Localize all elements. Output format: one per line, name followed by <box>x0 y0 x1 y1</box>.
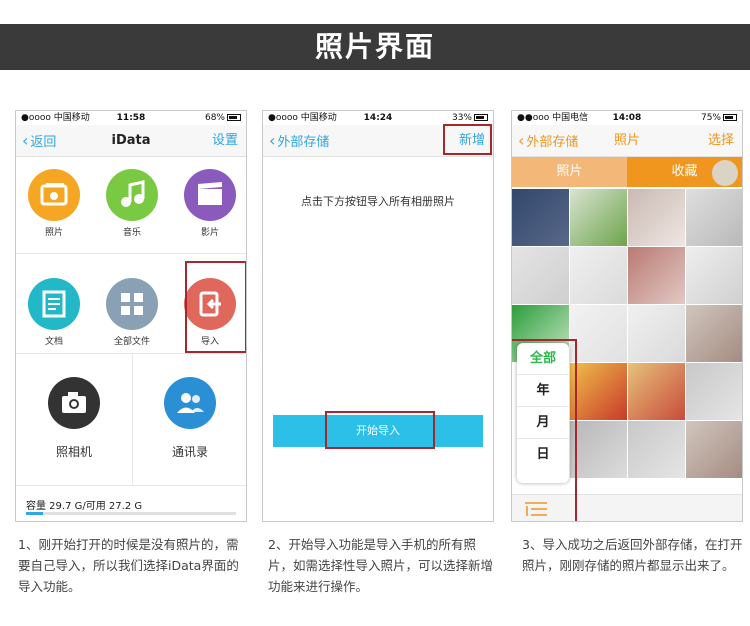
settings-button[interactable]: 设置 <box>212 125 238 157</box>
storage-bar <box>26 512 236 515</box>
highlight-start-import <box>325 411 435 449</box>
phone-screen-idata: ●oooo 中国移动 11:58 68% ‹ 返回 iData 设置 照片 音乐 … <box>15 110 247 522</box>
chevron-left-icon: ‹ <box>269 131 276 150</box>
grid-divider <box>16 353 246 354</box>
app-documents[interactable]: 文档 <box>16 278 92 347</box>
photo-thumbnail[interactable] <box>686 421 742 478</box>
app-camera[interactable]: 照相机 <box>26 377 122 460</box>
photo-thumbnail[interactable] <box>512 247 569 304</box>
photo-thumbnail[interactable] <box>570 247 627 304</box>
caption-step-1: 1、刚开始打开的时候是没有照片的，需要自己导入，所以我们选择iData界面的导入… <box>18 537 239 594</box>
music-icon <box>106 169 158 221</box>
storage-fill <box>26 512 43 515</box>
highlight-import <box>185 261 246 353</box>
caption-step-2: 2、开始导入功能是导入手机的所有照片，如需选择性导入照片，可以选择新增功能来进行… <box>268 537 494 594</box>
segment-control: 照片 收藏 <box>512 157 742 187</box>
contacts-icon <box>164 377 216 429</box>
back-label: 外部存储 <box>277 135 330 150</box>
photo-thumbnail[interactable] <box>570 305 627 362</box>
app-label: 影片 <box>200 228 219 238</box>
photo-thumbnail[interactable] <box>512 189 569 246</box>
photo-thumbnail[interactable] <box>570 421 627 478</box>
app-label: 音乐 <box>122 228 141 238</box>
assistive-touch-icon[interactable] <box>712 160 738 186</box>
all-files-icon <box>106 278 158 330</box>
navigation-bar: ‹ 返回 iData 设置 <box>16 125 246 157</box>
photo-thumbnail[interactable] <box>686 363 742 420</box>
photo-thumbnail[interactable] <box>628 247 685 304</box>
battery-percent: 68% <box>204 113 225 123</box>
import-instruction: 点击下方按钮导入所有相册照片 <box>301 195 455 208</box>
highlight-filter <box>512 339 577 521</box>
app-label: 文档 <box>44 337 63 347</box>
battery-icon <box>723 114 737 121</box>
camera-label: 照相机 <box>55 445 92 459</box>
battery-status: 75% <box>701 111 737 125</box>
photo-thumbnail[interactable] <box>570 363 627 420</box>
photo-thumbnail[interactable] <box>686 189 742 246</box>
photo-thumbnail[interactable] <box>628 189 685 246</box>
app-label: 照片 <box>44 228 63 238</box>
photo-thumbnail[interactable] <box>570 189 627 246</box>
photo-thumbnail[interactable] <box>628 421 685 478</box>
grid-divider <box>16 253 246 254</box>
phone-screen-photos: ●●ooo 中国电信 14:08 75% ‹ 外部存储 照片 选择 照片 收藏 全… <box>511 110 743 522</box>
storage-capacity: 容量 29.7 G/可用 27.2 G <box>26 501 143 512</box>
app-all-files[interactable]: 全部文件 <box>94 278 170 347</box>
select-button[interactable]: 选择 <box>708 125 734 157</box>
battery-icon <box>474 114 488 121</box>
phone-screen-external-storage: ●oooo 中国移动 14:24 33% ‹ 外部存储 新增 点击下方按钮导入所有… <box>262 110 494 522</box>
document-icon <box>28 278 80 330</box>
back-button[interactable]: ‹ 外部存储 <box>269 125 329 159</box>
battery-percent: 33% <box>451 113 472 123</box>
tab-photos[interactable]: 照片 <box>512 157 627 187</box>
camera-icon <box>48 377 100 429</box>
photo-thumbnail[interactable] <box>686 305 742 362</box>
highlight-add <box>443 124 492 155</box>
caption-step-3: 3、导入成功之后返回外部存储，在打开照片，刚刚存储的照片都显示出来了。 <box>522 537 743 573</box>
photo-thumbnail[interactable] <box>628 305 685 362</box>
status-bar: ●oooo 中国移动 14:24 33% <box>263 111 493 125</box>
app-contacts[interactable]: 通讯录 <box>142 377 238 460</box>
battery-status: 33% <box>452 111 488 125</box>
app-photos[interactable]: 照片 <box>16 169 92 238</box>
photo-icon <box>28 169 80 221</box>
status-bar: ●oooo 中国移动 11:58 68% <box>16 111 246 125</box>
app-label: 全部文件 <box>113 337 150 347</box>
photo-thumbnail[interactable] <box>686 247 742 304</box>
battery-status: 68% <box>205 111 241 125</box>
photo-thumbnail[interactable] <box>628 363 685 420</box>
navigation-bar: ‹ 外部存储 照片 选择 <box>512 125 742 157</box>
contacts-label: 通讯录 <box>171 445 208 459</box>
grid-divider <box>16 485 246 486</box>
status-bar: ●●ooo 中国电信 14:08 75% <box>512 111 742 125</box>
grid-divider <box>132 353 133 485</box>
app-music[interactable]: 音乐 <box>94 169 170 238</box>
battery-icon <box>227 114 241 121</box>
battery-percent: 75% <box>700 113 721 123</box>
app-films[interactable]: 影片 <box>172 169 246 238</box>
banner-title: 照片界面 <box>314 30 435 63</box>
film-icon <box>184 169 236 221</box>
